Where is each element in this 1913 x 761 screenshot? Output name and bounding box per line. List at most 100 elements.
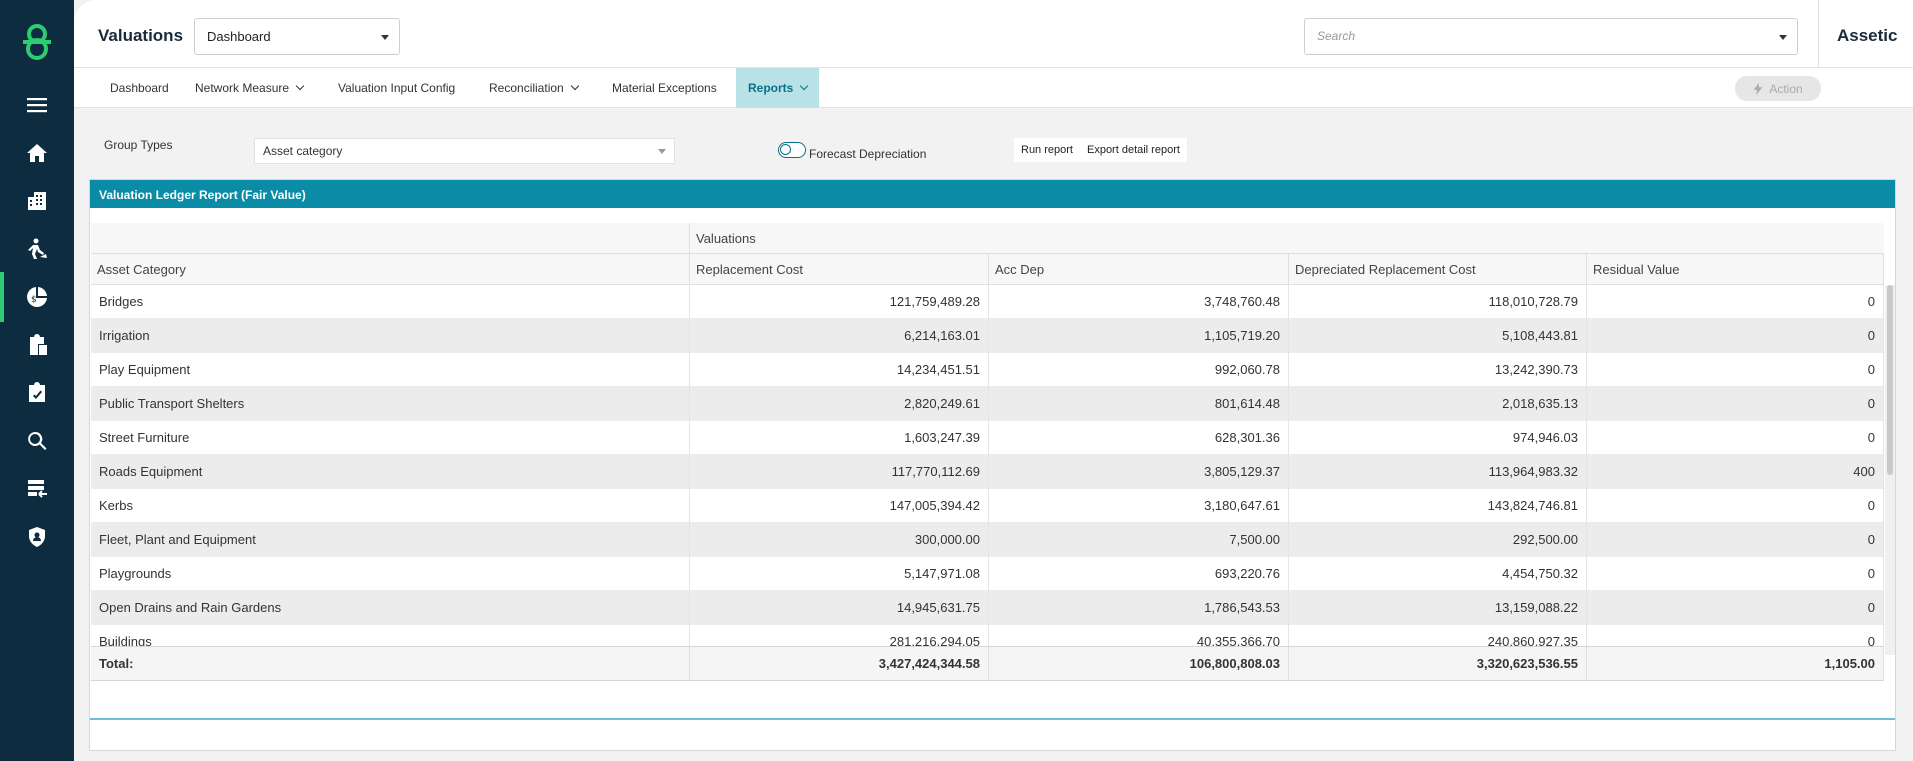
table-row[interactable]: Open Drains and Rain Gardens 14,945,631.7…	[91, 591, 1884, 625]
table-row[interactable]: Bridges 121,759,489.28 3,748,760.48 118,010…	[91, 285, 1884, 319]
action-button[interactable]: Action	[1735, 76, 1821, 101]
valuation-icon[interactable]: $	[0, 272, 52, 322]
tab-reconciliation[interactable]: Reconciliation	[489, 68, 579, 108]
report-grid: Valuations Asset Category Replacement Co…	[91, 223, 1884, 683]
table-row[interactable]: Fleet, Plant and Equipment 300,000.00 7,50…	[91, 523, 1884, 557]
assignment-icon[interactable]	[22, 378, 52, 408]
tab-reports[interactable]: Reports	[736, 68, 820, 108]
value-cell: 14,234,451.51	[690, 353, 989, 387]
value-cell: 121,759,489.28	[690, 285, 989, 319]
value-cell: 0	[1587, 523, 1884, 557]
tab-dashboard[interactable]: Dashboard	[110, 68, 169, 108]
total-value: 1,105.00	[1587, 647, 1884, 681]
tab-valuation-input-config[interactable]: Valuation Input Config	[338, 68, 455, 108]
asset-category-cell: Play Equipment	[91, 353, 690, 387]
value-cell: 628,301.36	[989, 421, 1289, 455]
top-header: Valuations Dashboard Assetic	[74, 0, 1913, 68]
value-cell: 292,500.00	[1289, 523, 1587, 557]
chevron-down-icon	[800, 81, 809, 91]
app-title: Valuations	[98, 26, 184, 45]
value-cell: 13,159,088.22	[1289, 591, 1587, 625]
global-search[interactable]	[1304, 18, 1798, 55]
value-cell: 14,945,631.75	[690, 591, 989, 625]
column-header[interactable]: Replacement Cost	[690, 254, 989, 285]
value-cell: 5,108,443.81	[1289, 319, 1587, 353]
table-row[interactable]: Street Furniture 1,603,247.39 628,301.36 97…	[91, 421, 1884, 455]
report-title: Valuation Ledger Report (Fair Value)	[90, 180, 1895, 208]
group-header-empty	[91, 223, 690, 254]
view-select-value: Dashboard	[207, 29, 271, 44]
clipboard-calculator-icon[interactable]	[22, 330, 52, 360]
asset-category-cell: Roads Equipment	[91, 455, 690, 489]
chevron-down-icon[interactable]	[1779, 35, 1787, 40]
group-header-row: Valuations	[91, 223, 1884, 254]
group-types-label: Group Types	[104, 138, 173, 152]
total-value: 106,800,808.03	[989, 647, 1289, 681]
value-cell: 3,180,647.61	[989, 489, 1289, 523]
table-row[interactable]: Roads Equipment 117,770,112.69 3,805,129.3…	[91, 455, 1884, 489]
value-cell: 801,614.48	[989, 387, 1289, 421]
brand-name: Assetic	[1837, 26, 1898, 45]
run-report-button[interactable]: Run report	[1014, 138, 1080, 162]
search-icon[interactable]	[22, 426, 52, 456]
value-cell: 7,500.00	[989, 523, 1289, 557]
value-cell: 400	[1587, 455, 1884, 489]
total-value: 3,427,424,344.58	[690, 647, 989, 681]
total-label: Total:	[91, 647, 690, 681]
value-cell: 1,786,543.53	[989, 591, 1289, 625]
table-row[interactable]: Playgrounds 5,147,971.08 693,220.76 4,454,7…	[91, 557, 1884, 591]
column-header[interactable]: Asset Category	[91, 254, 690, 285]
asset-category-cell: Irrigation	[91, 319, 690, 353]
grid-scrollbar[interactable]	[1885, 285, 1895, 655]
value-cell: 143,824,746.81	[1289, 489, 1587, 523]
value-cell: 118,010,728.79	[1289, 285, 1587, 319]
value-cell: 4,454,750.32	[1289, 557, 1587, 591]
value-cell: 0	[1587, 387, 1884, 421]
value-cell: 147,005,394.42	[690, 489, 989, 523]
asset-category-cell: Bridges	[91, 285, 690, 319]
table-row[interactable]: Public Transport Shelters 2,820,249.61 801…	[91, 387, 1884, 421]
tab-network-measure[interactable]: Network Measure	[195, 68, 305, 108]
column-header[interactable]: Acc Dep	[989, 254, 1289, 285]
chevron-down-icon	[381, 35, 389, 40]
asset-category-cell: Playgrounds	[91, 557, 690, 591]
value-cell: 1,603,247.39	[690, 421, 989, 455]
value-cell: 113,964,983.32	[1289, 455, 1587, 489]
total-value: 3,320,623,536.55	[1289, 647, 1587, 681]
security-icon[interactable]	[22, 522, 52, 552]
value-cell: 974,946.03	[1289, 421, 1587, 455]
scrollbar-thumb[interactable]	[1887, 285, 1893, 475]
asset-category-cell: Public Transport Shelters	[91, 387, 690, 421]
table-row[interactable]: Play Equipment 14,234,451.51 992,060.78 13,…	[91, 353, 1884, 387]
tab-material-exceptions[interactable]: Material Exceptions	[612, 68, 717, 108]
table-row[interactable]: Irrigation 6,214,163.01 1,105,719.20 5,108,…	[91, 319, 1884, 353]
chevron-down-icon	[570, 81, 579, 91]
value-cell: 6,214,163.01	[690, 319, 989, 353]
worker-icon[interactable]	[22, 234, 52, 264]
grid-body: Bridges 121,759,489.28 3,748,760.48 118,010…	[91, 285, 1884, 658]
value-cell: 5,147,971.08	[690, 557, 989, 591]
value-cell: 693,220.76	[989, 557, 1289, 591]
value-cell: 0	[1587, 421, 1884, 455]
view-select[interactable]: Dashboard	[194, 18, 400, 55]
value-cell: 1,105,719.20	[989, 319, 1289, 353]
search-input[interactable]	[1317, 29, 1757, 43]
table-row[interactable]: Kerbs 147,005,394.42 3,180,647.61 143,824,7…	[91, 489, 1884, 523]
divider	[1818, 0, 1819, 68]
export-detail-report-button[interactable]: Export detail report	[1080, 138, 1187, 162]
value-cell: 2,018,635.13	[1289, 387, 1587, 421]
group-types-select[interactable]: Asset category	[254, 138, 675, 164]
value-cell: 0	[1587, 285, 1884, 319]
assetic-logo-icon[interactable]	[20, 22, 54, 62]
total-row: Total: 3,427,424,344.58 106,800,808.03 3…	[91, 646, 1884, 681]
forecast-depreciation-label: Forecast Depreciation	[809, 147, 927, 161]
column-header[interactable]: Depreciated Replacement Cost	[1289, 254, 1587, 285]
column-header[interactable]: Residual Value	[1587, 254, 1884, 285]
asset-category-cell: Kerbs	[91, 489, 690, 523]
group-header-valuations: Valuations	[696, 231, 756, 246]
forecast-depreciation-toggle[interactable]	[778, 142, 806, 158]
menu-icon[interactable]	[22, 90, 52, 120]
buildings-icon[interactable]	[22, 186, 52, 216]
home-icon[interactable]	[22, 138, 52, 168]
data-transfer-icon[interactable]	[22, 474, 52, 504]
